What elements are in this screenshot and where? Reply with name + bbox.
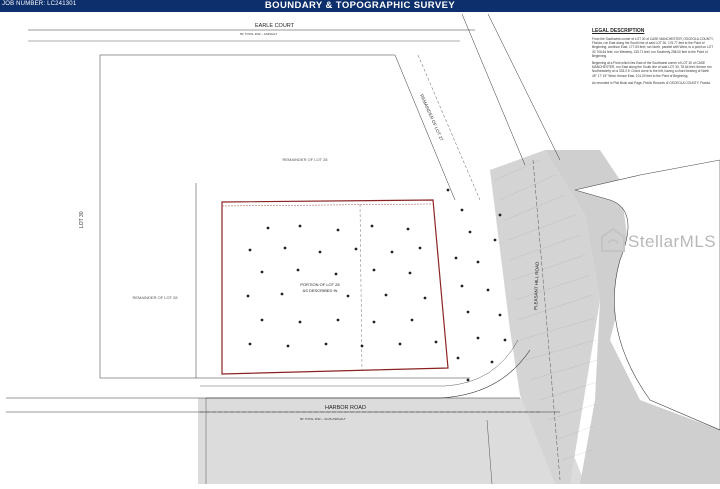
legal-paragraph: Beginning at a Point which lies East of … <box>592 61 712 78</box>
harbor-road-row-label: 80' TOTAL R/W ~ 40.25 ASPHALT <box>300 417 346 421</box>
lot-27-west-line <box>461 13 526 166</box>
parcel-setback-north <box>221 203 432 207</box>
harbor-road-curve-inner <box>200 339 519 387</box>
survey-title: BOUNDARY & TOPOGRAPHIC SURVEY <box>264 0 456 11</box>
tree-symbols <box>246 188 507 382</box>
harbor-road-curve <box>206 349 531 399</box>
title-bar: JOB NUMBER: LC241301 BOUNDARY & TOPOGRAP… <box>0 0 720 12</box>
portion-lot-line1: PORTION OF LOT 28 <box>300 282 340 287</box>
watermark-logo-icon <box>601 227 625 252</box>
legal-description: LEGAL DESCRIPTION From the Southwest cor… <box>592 28 714 88</box>
remainder-lot-28-left: REMAINDER OF LOT 28 <box>132 295 178 300</box>
watermark-text: StellarMLS <box>628 232 717 251</box>
legal-title: LEGAL DESCRIPTION <box>592 28 645 34</box>
lot-line-diagonal <box>394 54 456 201</box>
lot-30-label: LOT 30 <box>79 211 85 228</box>
remainder-lot-28-top: REMAINDER OF LOT 28 <box>282 157 328 162</box>
earle-court-label: EARLE COURT <box>255 23 295 29</box>
legal-paragraph: As recorded in Plat Book and Page, Publi… <box>592 80 711 85</box>
lot-line-diagonal-dashed <box>417 54 481 201</box>
lot-27-east-line <box>487 13 561 161</box>
portion-lot-line2: AS DESCRIBED IN <box>303 288 338 293</box>
subject-parcel-boundary <box>221 199 449 375</box>
harbor-road-label: HARBOR ROAD <box>325 405 366 411</box>
earle-court-row-label: 50' TOTAL R/W ~ ASPHALT <box>240 32 278 36</box>
remainder-lot-27-label: REMAINDER OF LOT 27 <box>419 93 444 142</box>
legal-paragraph: From the Southwest corner of LOT 30 of C… <box>592 37 714 58</box>
